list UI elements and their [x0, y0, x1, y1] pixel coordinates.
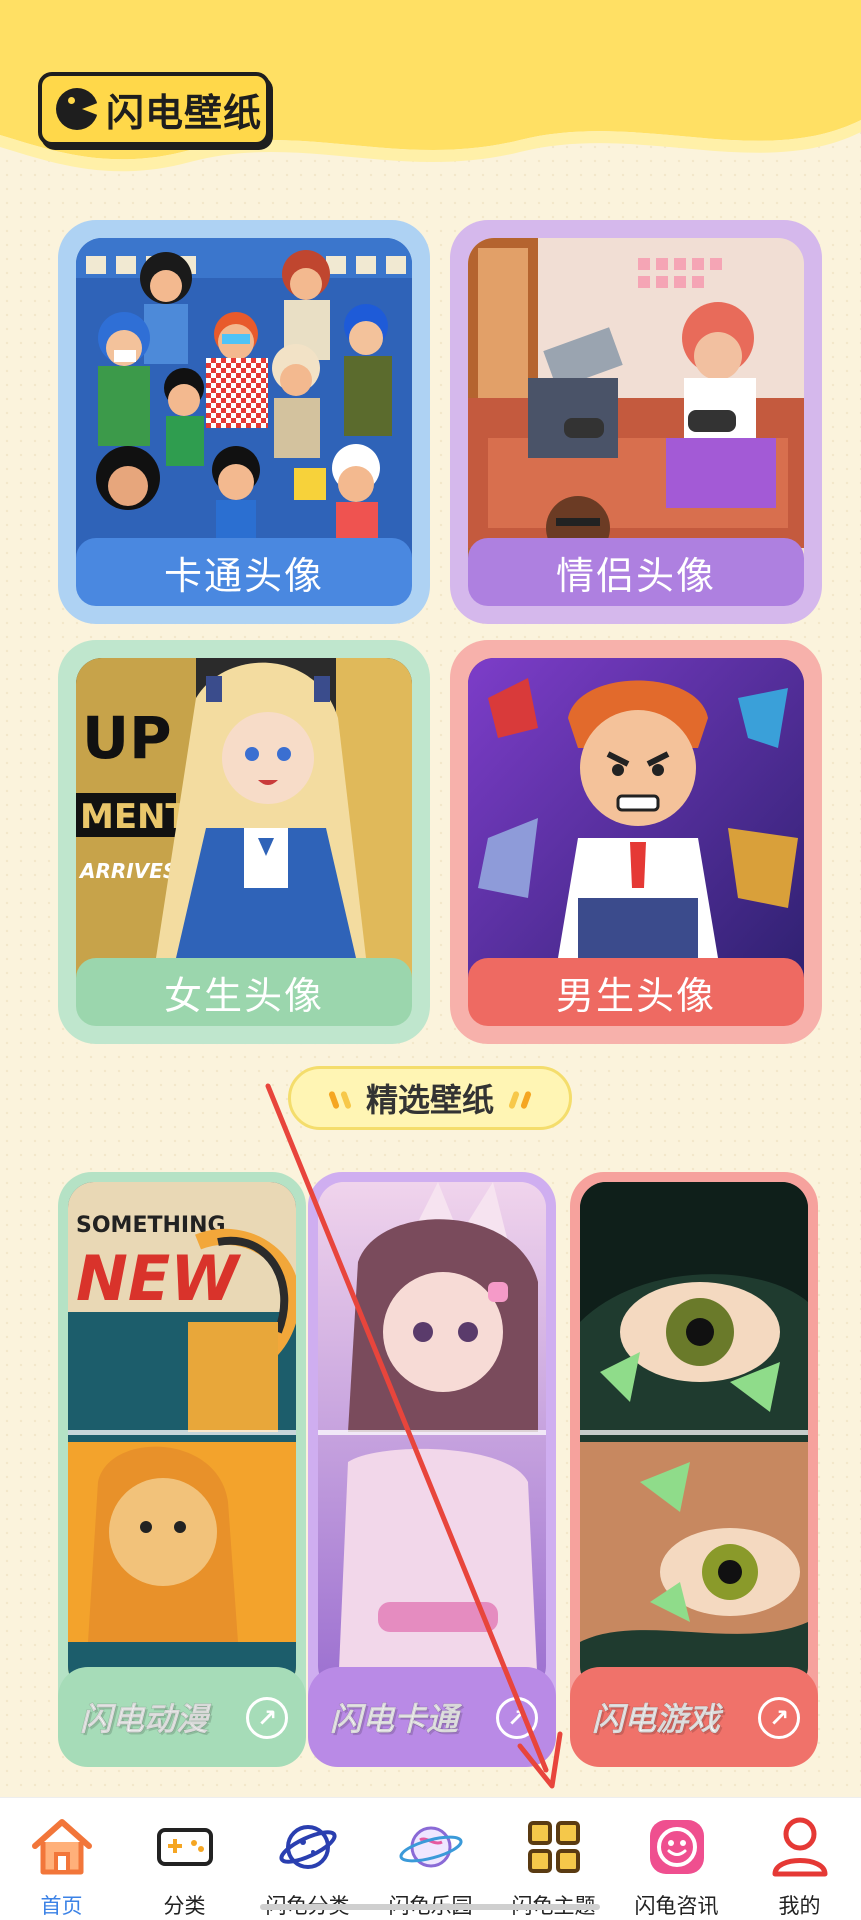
planet-icon	[273, 1812, 343, 1882]
tab-profile[interactable]: 我的	[738, 1798, 861, 1920]
decor-tick	[328, 1090, 340, 1110]
poster-text-new: NEW	[76, 1242, 241, 1315]
category-card-couple-avatar[interactable]: 情侣头像	[450, 220, 822, 624]
tab-label: 我的	[778, 1894, 821, 1918]
cartoon-wallpaper-preview	[318, 1182, 546, 1692]
decor-tick	[508, 1090, 520, 1110]
globe-ring-icon	[396, 1812, 466, 1882]
category-label: 卡通头像	[76, 538, 412, 606]
tab-label: 闪龟咨讯	[634, 1894, 719, 1918]
tab-turtle-park[interactable]: 闪龟乐园	[369, 1798, 492, 1920]
bottom-tab-bar: 首页 分类 闪龟分类	[0, 1797, 861, 1920]
tab-category[interactable]: 分类	[123, 1798, 246, 1920]
decor-tick	[340, 1090, 352, 1110]
featured-card-cartoon[interactable]: 闪电卡通 ↗	[308, 1172, 556, 1767]
tab-label: 首页	[40, 1894, 83, 1918]
tab-turtle-theme[interactable]: 闪龟主题	[492, 1798, 615, 1920]
anime-wallpaper-preview: SOMETHING NEW	[68, 1182, 296, 1692]
grid-icon	[519, 1812, 589, 1882]
featured-card-anime[interactable]: SOMETHING NEW 闪电动漫 ↗	[58, 1172, 306, 1767]
category-card-cartoon-avatar[interactable]: 卡通头像	[58, 220, 430, 624]
gamepad-icon	[150, 1812, 220, 1882]
category-label: 情侣头像	[468, 538, 804, 606]
section-title-featured: 精选壁纸	[288, 1066, 572, 1130]
poster-text-ment: MENT	[80, 797, 190, 837]
poster-text-up: UP	[82, 704, 172, 772]
app-logo: 闪电壁纸	[38, 72, 270, 146]
preview-divider	[580, 1430, 808, 1435]
section-title-text: 精选壁纸	[365, 1081, 494, 1119]
category-card-girl-avatar[interactable]: UP MENT ARRIVES! 女生头像	[58, 640, 430, 1044]
home-icon	[27, 1812, 97, 1882]
smile-icon	[642, 1812, 712, 1882]
app-brand-name: 闪电壁纸	[106, 90, 263, 135]
decor-tick	[520, 1090, 532, 1110]
arrow-up-right-icon[interactable]: ↗	[246, 1697, 288, 1739]
arrow-up-right-icon[interactable]: ↗	[496, 1697, 538, 1739]
category-label: 男生头像	[468, 958, 804, 1026]
preview-divider	[318, 1430, 546, 1435]
lightning-mascot-icon	[56, 88, 98, 130]
category-label: 女生头像	[76, 958, 412, 1026]
category-card-boy-avatar[interactable]: 男生头像	[450, 640, 822, 1044]
user-icon	[765, 1812, 835, 1882]
tab-turtle-news[interactable]: 闪龟咨讯	[615, 1798, 738, 1920]
game-wallpaper-preview	[580, 1182, 808, 1692]
featured-card-game[interactable]: 闪电游戏 ↗	[570, 1172, 818, 1767]
arrow-up-right-icon[interactable]: ↗	[758, 1697, 800, 1739]
home-indicator[interactable]	[260, 1904, 600, 1910]
tab-label: 分类	[163, 1894, 206, 1918]
tab-turtle-category[interactable]: 闪龟分类	[246, 1798, 369, 1920]
preview-divider	[68, 1430, 296, 1435]
tab-home[interactable]: 首页	[0, 1798, 123, 1920]
